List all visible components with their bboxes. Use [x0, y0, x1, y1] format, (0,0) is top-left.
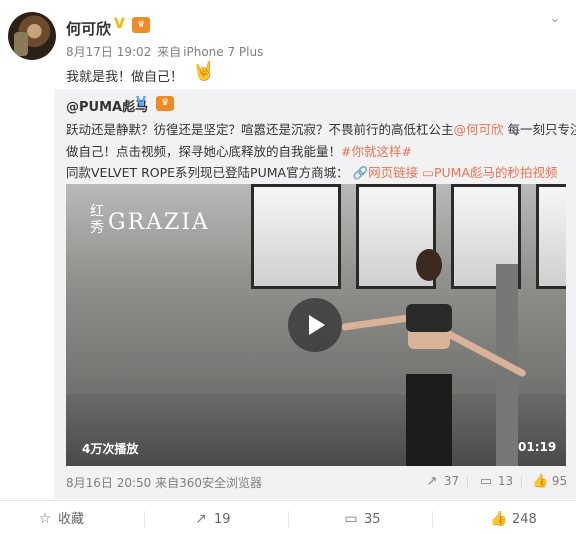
- repost-comment-button[interactable]: ▭ 13: [478, 472, 513, 490]
- verified-icon: V: [114, 16, 125, 32]
- comment-icon: ▭: [479, 474, 493, 489]
- repost-date[interactable]: 8月16日 20:50: [66, 476, 151, 490]
- view-count: 4万次播放: [82, 442, 139, 456]
- post-text: 我就是我！做自己！: [66, 70, 184, 85]
- divider: [467, 476, 468, 488]
- comment-button[interactable]: ▭ 35: [342, 510, 380, 528]
- divider: [432, 511, 433, 527]
- source-prefix: 来自: [155, 476, 180, 490]
- post-source[interactable]: iPhone 7 Plus: [183, 45, 263, 59]
- author-name[interactable]: 何可欣: [66, 18, 111, 39]
- divider: [288, 511, 289, 527]
- repost-meta: 8月16日 20:50 来自360安全浏览器: [66, 474, 262, 491]
- thumbs-up-icon: 👍: [490, 511, 508, 527]
- floor-decoration: [66, 394, 566, 466]
- rock-hand-icon: 🤘: [192, 61, 216, 82]
- hashtag-link[interactable]: #你就这样#: [341, 144, 412, 159]
- video-icon: ▭: [422, 165, 434, 180]
- link-icon: 🔗: [352, 165, 369, 180]
- window-decoration: [536, 184, 566, 289]
- like-button[interactable]: 👍 248: [490, 510, 537, 528]
- repost-text-line-2: 做自己！点击视频，探寻她心底释放的自我能量！#你就这样#: [66, 144, 412, 159]
- video-duration: 01:19: [518, 440, 557, 454]
- post-date[interactable]: 8月17日 19:02: [66, 45, 151, 59]
- repost-repost-button[interactable]: ↗ 37: [424, 472, 460, 490]
- web-link[interactable]: 网页链接: [368, 165, 418, 180]
- source-prefix: 来自: [157, 45, 182, 59]
- window-decoration: [251, 184, 341, 289]
- post-meta: 8月17日 19:02 来自 iPhone 7 Plus: [66, 43, 263, 60]
- repost-like-button[interactable]: 👍 95: [532, 472, 567, 490]
- thumbs-up-icon: 👍: [532, 474, 549, 489]
- mention-link[interactable]: @何可欣: [454, 122, 504, 137]
- blue-verified-icon: V: [136, 95, 147, 110]
- comment-icon: ▭: [344, 511, 358, 527]
- favorite-button[interactable]: ☆ 收藏: [36, 510, 84, 528]
- repost-text-line-3: 同款VELVET ROPE系列现已登陆PUMA官方商城： 🔗网页链接 ▭PUMA…: [66, 165, 558, 180]
- star-icon: ☆: [38, 511, 52, 527]
- repost-source[interactable]: 360安全浏览器: [179, 476, 262, 490]
- video-link[interactable]: PUMA彪马的秒拍视频: [434, 165, 558, 180]
- chevron-down-icon[interactable]: ⌄: [548, 12, 562, 26]
- share-icon: ↗: [195, 511, 207, 527]
- member-crown-icon: ♛: [132, 17, 150, 33]
- repost-text-line-1: 跃动还是静默？彷徨还是坚定？喧嚣还是沉寂？不畏前行的高低杠公主@何可欣 每一刻只…: [66, 122, 576, 137]
- share-icon: ↗: [426, 474, 438, 489]
- dancer-figure: [340, 249, 528, 466]
- video-player[interactable]: 红秀 GRAZIA 4万次播放 01:19: [66, 184, 566, 466]
- play-button[interactable]: [288, 298, 342, 352]
- author-avatar[interactable]: [8, 12, 56, 60]
- action-bar: ☆ 收藏 ↗ 19 ▭ 35 👍 248: [0, 500, 576, 534]
- divider: [144, 511, 145, 527]
- member-crown-icon: ♛: [156, 96, 174, 111]
- divider: [521, 476, 522, 488]
- repost-button[interactable]: ↗ 19: [192, 510, 230, 528]
